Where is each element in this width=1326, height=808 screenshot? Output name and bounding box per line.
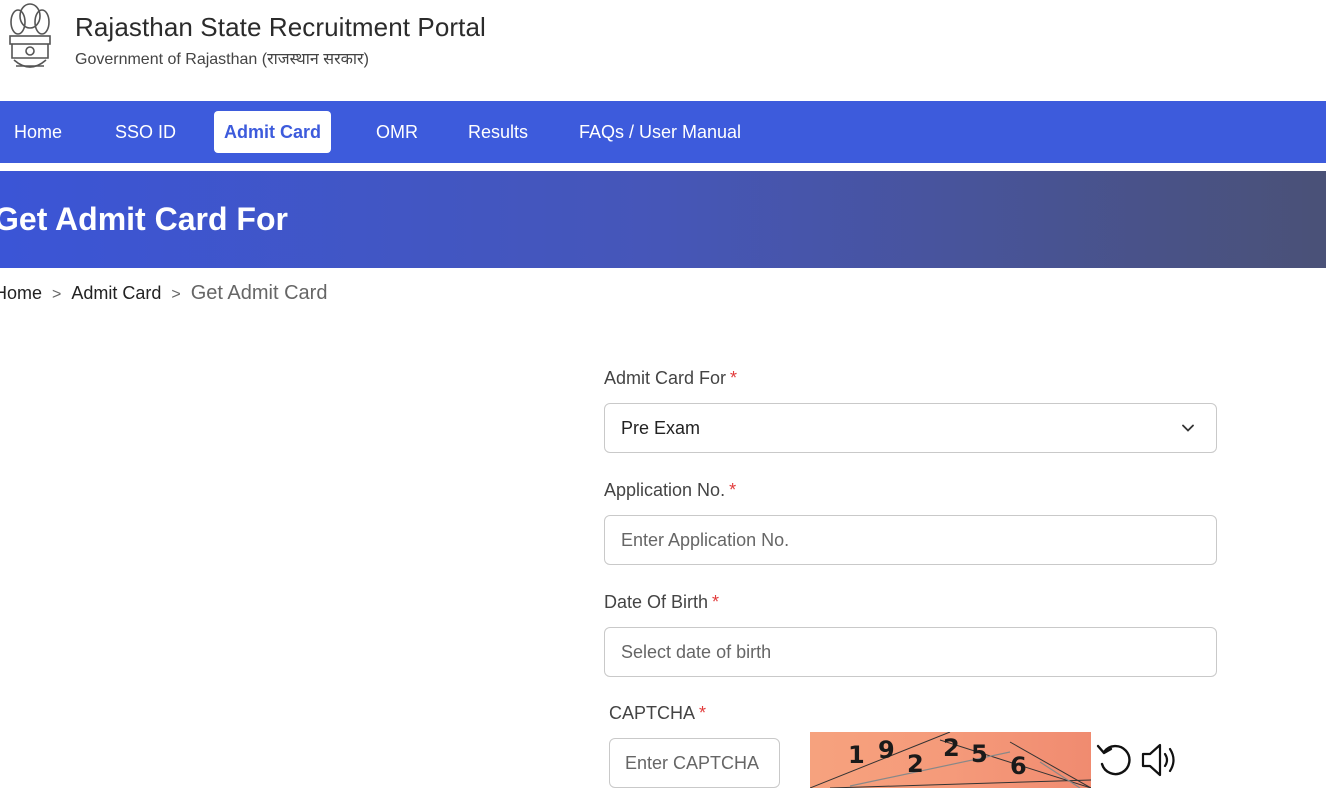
- nav-results[interactable]: Results: [458, 111, 538, 153]
- chevron-down-icon: [1182, 424, 1194, 432]
- site-title: Rajasthan State Recruitment Portal: [75, 12, 486, 42]
- captcha-char: 9: [878, 736, 895, 764]
- captcha-char: 6: [1010, 752, 1027, 780]
- page-banner: Get Admit Card For: [0, 171, 1326, 268]
- captcha-char: 5: [971, 740, 988, 768]
- admit-card-for-select[interactable]: Pre Exam: [604, 403, 1217, 453]
- captcha-char: 1: [848, 741, 865, 769]
- nav-admit-card[interactable]: Admit Card: [214, 111, 332, 153]
- breadcrumb-admit-card[interactable]: Admit Card: [71, 283, 161, 303]
- refresh-captcha-icon[interactable]: [1096, 740, 1132, 780]
- application-no-input[interactable]: [621, 517, 1200, 564]
- breadcrumb-separator: >: [171, 286, 181, 303]
- dob-label: Date Of Birth *: [604, 592, 720, 612]
- admit-card-for-value: Pre Exam: [621, 418, 701, 438]
- page-title: Get Admit Card For: [0, 201, 288, 237]
- nav-home[interactable]: Home: [4, 111, 72, 153]
- application-no-field[interactable]: [604, 515, 1217, 565]
- site-header: Rajasthan State Recruitment Portal Gover…: [0, 0, 1326, 101]
- dob-field[interactable]: [604, 627, 1217, 677]
- audio-captcha-icon[interactable]: [1140, 740, 1180, 780]
- required-marker: *: [712, 592, 720, 612]
- application-no-label: Application No. *: [604, 480, 737, 500]
- captcha-input[interactable]: [625, 739, 764, 787]
- required-marker: *: [699, 703, 707, 723]
- captcha-field[interactable]: [609, 738, 780, 788]
- nav-sso-id[interactable]: SSO ID: [105, 111, 186, 153]
- breadcrumb-current: Get Admit Card: [190, 282, 328, 304]
- captcha-char: 2: [943, 734, 960, 762]
- state-emblem-icon: [9, 3, 51, 68]
- captcha-char: 2: [907, 750, 924, 778]
- breadcrumb-home[interactable]: Home: [0, 283, 42, 303]
- nav-omr[interactable]: OMR: [366, 111, 428, 153]
- dob-input[interactable]: [621, 629, 1200, 676]
- captcha-image: 1 9 2 2 5 6: [810, 732, 1091, 788]
- required-marker: *: [730, 368, 738, 388]
- site-subtitle: Government of Rajasthan (राजस्थान सरकार): [75, 51, 369, 68]
- captcha-label: CAPTCHA *: [609, 703, 707, 723]
- breadcrumb-separator: >: [52, 286, 62, 303]
- main-nav: Home SSO ID Admit Card OMR Results FAQs …: [0, 101, 1326, 163]
- nav-faqs[interactable]: FAQs / User Manual: [569, 111, 751, 153]
- required-marker: *: [729, 480, 737, 500]
- admit-card-for-label: Admit Card For *: [604, 368, 738, 388]
- admit-card-form: Admit Card For * Pre Exam Application No.…: [604, 368, 1217, 677]
- breadcrumb: Home > Admit Card > Get Admit Card: [0, 282, 327, 305]
